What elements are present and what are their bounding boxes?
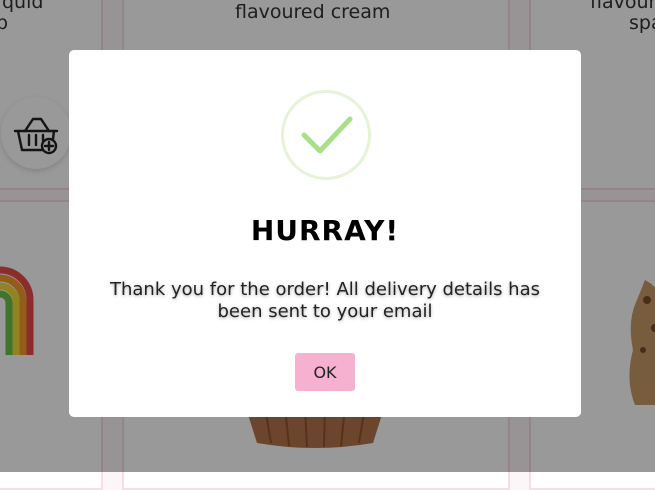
dialog-message: Thank you for the order! All delivery de…: [110, 279, 540, 322]
check-icon: [301, 116, 353, 154]
dialog-title: HURRAY!: [250, 214, 400, 247]
success-indicator: [281, 90, 371, 180]
ok-button[interactable]: OK: [295, 353, 355, 391]
order-confirmation-dialog: HURRAY! Thank you for the order! All del…: [69, 50, 581, 417]
